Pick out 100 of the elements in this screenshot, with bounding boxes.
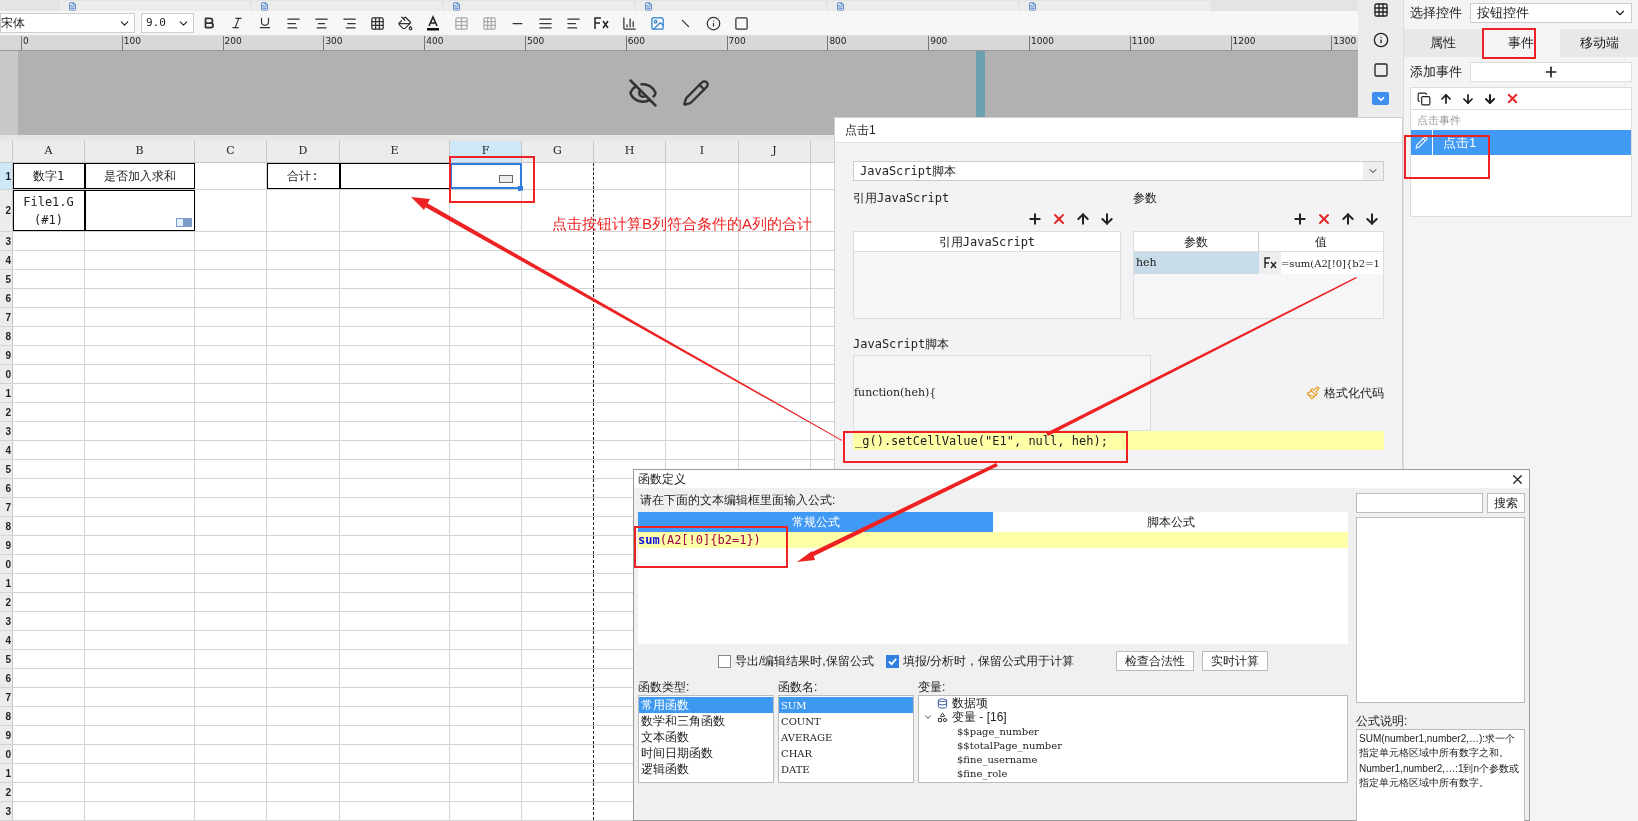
pencil-icon[interactable] bbox=[682, 79, 710, 108]
row-header[interactable]: 7 bbox=[0, 498, 13, 516]
row-header[interactable]: 8 bbox=[0, 327, 13, 345]
list-item[interactable]: 时间日期函数 bbox=[639, 745, 773, 761]
column-header[interactable]: A bbox=[13, 141, 85, 162]
column-header[interactable]: D bbox=[267, 141, 340, 162]
checkbox[interactable] bbox=[718, 654, 731, 668]
row-header[interactable]: 5 bbox=[0, 650, 13, 668]
ruler-label: 200 bbox=[222, 36, 324, 50]
up-arrow-icon[interactable] bbox=[1439, 91, 1453, 106]
format-code-button[interactable]: 格式化代码 bbox=[1306, 384, 1384, 402]
row-header[interactable]: 6 bbox=[0, 669, 13, 687]
row-header[interactable]: 6 bbox=[0, 289, 13, 307]
script-type-dropdown[interactable]: JavaScript脚本 bbox=[853, 161, 1384, 181]
list-item[interactable]: CHAR bbox=[779, 745, 913, 761]
grid-icon[interactable] bbox=[1372, 2, 1389, 18]
formula-editor[interactable]: sum(A2[!0]{b2=1}) bbox=[638, 532, 1348, 644]
row-header[interactable]: 0 bbox=[0, 365, 13, 383]
tree-item[interactable]: $fine_role bbox=[957, 765, 1008, 781]
font-select[interactable]: 宋体 bbox=[0, 13, 135, 33]
row-header[interactable]: 3 bbox=[0, 422, 13, 440]
list-item[interactable]: DATE bbox=[779, 761, 913, 777]
row-header[interactable]: 1 bbox=[0, 163, 13, 189]
row-header[interactable]: 9 bbox=[0, 346, 13, 364]
row-header[interactable]: 8 bbox=[0, 517, 13, 535]
info-icon[interactable] bbox=[1372, 32, 1389, 48]
ruler-label: 900 bbox=[928, 36, 1029, 50]
tree-item[interactable]: $fine_username bbox=[957, 751, 1038, 767]
eye-slash-icon[interactable] bbox=[628, 78, 658, 109]
search-field[interactable] bbox=[1356, 493, 1483, 513]
dropdown-widget-icon[interactable] bbox=[1372, 92, 1389, 105]
delete-icon[interactable] bbox=[1505, 91, 1520, 106]
row-header[interactable]: 4 bbox=[0, 251, 13, 269]
row-header[interactable]: 0 bbox=[0, 555, 13, 573]
tree-item[interactable]: $$page_number bbox=[957, 723, 1039, 739]
list-item[interactable]: 逻辑函数 bbox=[639, 761, 773, 777]
column-header[interactable]: I bbox=[666, 141, 739, 162]
description-text: SUM(number1,number2,…):求一个指定单元格区域中所有数字之和。 bbox=[1359, 732, 1517, 760]
row-header[interactable]: 5 bbox=[0, 460, 13, 478]
row-header[interactable]: 9 bbox=[0, 726, 13, 744]
row-header[interactable]: 3 bbox=[0, 802, 13, 820]
row-header[interactable]: 1 bbox=[0, 384, 13, 402]
move-down-icon[interactable] bbox=[1483, 91, 1497, 106]
font-size-select[interactable]: 9.0 bbox=[141, 13, 194, 33]
list-item[interactable]: 数学和三角函数 bbox=[639, 713, 773, 729]
panel-tab[interactable]: 事件 bbox=[1482, 29, 1560, 57]
column-header[interactable]: C bbox=[195, 141, 267, 162]
row-header[interactable]: 4 bbox=[0, 631, 13, 649]
down-arrow-icon[interactable] bbox=[1461, 91, 1475, 106]
tree-item[interactable]: $$totalPage_number bbox=[957, 737, 1062, 753]
ruler-label: 100 bbox=[121, 36, 223, 50]
value-field[interactable]: =sum(A2[!0]{b2=1 bbox=[1280, 252, 1383, 274]
row-header[interactable]: 5 bbox=[0, 270, 13, 288]
copy-icon[interactable] bbox=[1417, 91, 1431, 106]
delete-icon[interactable] bbox=[1316, 211, 1332, 227]
file-icon bbox=[68, 1, 77, 11]
row-header[interactable]: 9 bbox=[0, 536, 13, 554]
list-item[interactable]: COUNT bbox=[779, 713, 913, 729]
add-icon[interactable] bbox=[1026, 211, 1043, 227]
highlight-box bbox=[1482, 28, 1536, 59]
row-header[interactable]: 2 bbox=[0, 783, 13, 801]
column-header[interactable]: J bbox=[739, 141, 811, 162]
expand-caret-icon[interactable] bbox=[923, 712, 933, 722]
panel-tab[interactable]: 移动端 bbox=[1560, 29, 1638, 57]
row-header[interactable]: 3 bbox=[0, 232, 13, 250]
add-icon[interactable] bbox=[1292, 211, 1308, 227]
checkbox-label: 导出/编辑结果时,保留公式 bbox=[735, 653, 874, 670]
formula-icon[interactable] bbox=[1262, 257, 1277, 269]
column-header[interactable]: G bbox=[522, 141, 594, 162]
row-header[interactable]: 7 bbox=[0, 688, 13, 706]
column-header[interactable]: F bbox=[450, 141, 522, 162]
column-header[interactable]: H bbox=[594, 141, 666, 162]
row-header[interactable]: 4 bbox=[0, 441, 13, 459]
row-header[interactable]: 3 bbox=[0, 612, 13, 630]
column-header[interactable]: B bbox=[85, 141, 195, 162]
frame-icon[interactable] bbox=[1372, 62, 1389, 78]
checkbox[interactable] bbox=[885, 654, 899, 668]
row-header[interactable]: 7 bbox=[0, 308, 13, 326]
formula-text: sum(A2[!0]{b2=1}) bbox=[638, 532, 761, 549]
column-header: 引用JavaScript bbox=[854, 232, 1120, 252]
formula-tab[interactable]: 脚本公式 bbox=[993, 512, 1348, 532]
row-header[interactable]: 8 bbox=[0, 707, 13, 725]
code-editor[interactable]: function(heh){ bbox=[853, 355, 1151, 431]
action-button[interactable]: 实时计算 bbox=[1202, 651, 1268, 671]
column-header: 值 bbox=[1313, 233, 1328, 251]
prompt-text: 请在下面的文本编辑框里面输入公式: bbox=[639, 492, 837, 509]
search-button[interactable]: 搜索 bbox=[1487, 493, 1525, 513]
row-header[interactable]: 2 bbox=[0, 593, 13, 611]
row-header[interactable]: 0 bbox=[0, 745, 13, 763]
table-cell: 是否加入求和 bbox=[85, 163, 195, 189]
control-select[interactable]: 按钮控件 bbox=[1470, 2, 1632, 23]
variables-icon bbox=[937, 711, 948, 723]
list-item[interactable]: AVERAGE bbox=[779, 729, 913, 745]
row-header[interactable]: 6 bbox=[0, 479, 13, 497]
action-button[interactable]: 检查合法性 bbox=[1116, 651, 1194, 671]
row-header[interactable]: 2 bbox=[0, 190, 13, 231]
row-header[interactable]: 2 bbox=[0, 403, 13, 421]
row-header[interactable]: 1 bbox=[0, 574, 13, 592]
row-header[interactable]: 1 bbox=[0, 764, 13, 782]
list-item[interactable]: 文本函数 bbox=[639, 729, 773, 745]
